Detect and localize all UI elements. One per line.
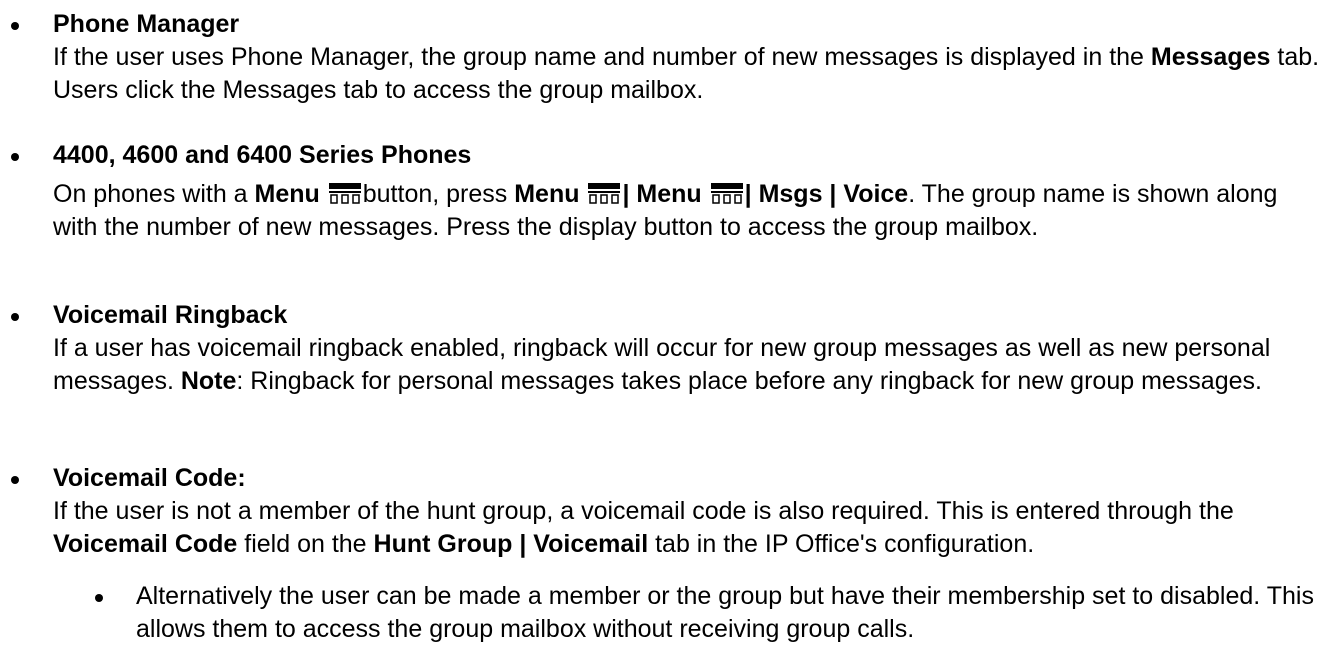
- item-heading: Phone Manager: [53, 10, 240, 38]
- bullet: [11, 153, 19, 161]
- bullet: [11, 476, 19, 484]
- item-heading: Voicemail Code:: [53, 464, 246, 492]
- menu-button-icon: [710, 182, 744, 204]
- item-paragraph: If a user has voicemail ringback enabled…: [53, 334, 1271, 395]
- item-heading: 4400, 4600 and 6400 Series Phones: [53, 141, 472, 169]
- item-paragraph: If the user is not a member of the hunt …: [53, 497, 1234, 558]
- item-paragraph: On phones with a Menu button, press Menu…: [53, 180, 1278, 241]
- menu-button-icon: [587, 182, 621, 204]
- bullet: [95, 594, 103, 602]
- sub-item-paragraph: Alternatively the user can be made a mem…: [136, 582, 1314, 643]
- item-heading: Voicemail Ringback: [53, 301, 288, 329]
- menu-button-icon: [328, 182, 362, 204]
- item-paragraph: If the user uses Phone Manager, the grou…: [53, 43, 1320, 104]
- bullet: [11, 313, 19, 321]
- document-page: Phone Manager If the user uses Phone Man…: [0, 0, 1335, 649]
- bullet: [11, 22, 19, 30]
